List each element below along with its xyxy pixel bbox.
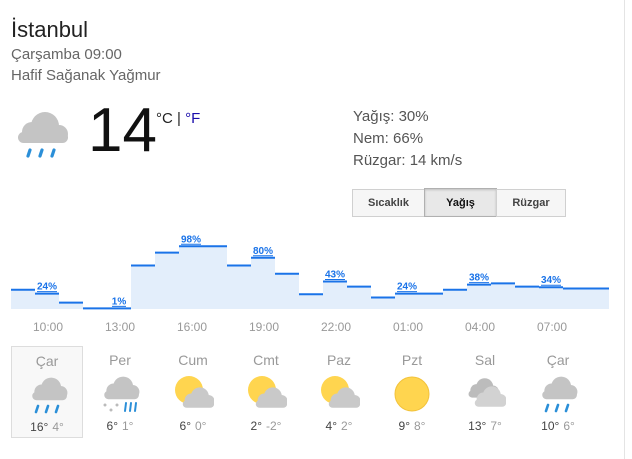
weather-condition: Hafif Sağanak Yağmur — [11, 67, 161, 84]
forecast-low: 0° — [195, 419, 207, 433]
forecast-high: 9° — [398, 419, 410, 433]
forecast-day[interactable]: Çar 10° 6° — [522, 346, 594, 438]
forecast-day[interactable]: Cum 6° 0° — [157, 346, 229, 438]
sleet-cloud-icon — [103, 376, 140, 412]
forecast-day[interactable]: Pzt 9° 8° — [376, 346, 448, 438]
precipitation-label: 34% — [541, 275, 561, 286]
forecast-temps: 4° 2° — [303, 419, 375, 433]
forecast-low: 8° — [414, 419, 426, 433]
hour-label: 13:00 — [104, 320, 136, 334]
partly-sunny-icon — [248, 376, 287, 408]
location-title: İstanbul — [11, 17, 89, 42]
rain-cloud-icon — [18, 112, 68, 158]
precipitation-label: 80% — [253, 246, 273, 257]
partly-sunny-icon — [175, 376, 214, 408]
forecast-high: 16° — [30, 420, 49, 434]
forecast-day-name: Paz — [326, 352, 352, 368]
humidity-stat: Nem: 66% — [353, 130, 424, 147]
hour-label: 19:00 — [248, 320, 280, 334]
precipitation-label: 24% — [397, 282, 417, 293]
forecast-day-name: Çar — [546, 352, 570, 368]
forecast-day-name: Cmt — [253, 352, 279, 368]
current-temperature: 14 — [88, 96, 157, 165]
forecast-low: -2° — [266, 419, 282, 433]
forecast-temps: 6° 0° — [157, 419, 229, 433]
precipitation-stat: Yağış: 30% — [353, 108, 429, 125]
forecast-day[interactable]: Sal 13° 7° — [449, 346, 521, 438]
panel-divider — [624, 0, 625, 459]
forecast-high: 4° — [325, 419, 337, 433]
hour-label: 16:00 — [176, 320, 208, 334]
forecast-day[interactable]: Cmt 2° -2° — [230, 346, 302, 438]
forecast-low: 7° — [490, 419, 502, 433]
forecast-low: 1° — [122, 419, 134, 433]
hour-label: 07:00 — [536, 320, 568, 334]
unit-separator: | — [172, 110, 186, 127]
precipitation-label: 1% — [112, 296, 127, 307]
forecast-temps: 9° 8° — [376, 419, 448, 433]
hour-label: 22:00 — [320, 320, 352, 334]
forecast-day-name: Sal — [474, 352, 496, 368]
celsius-unit[interactable]: °C — [156, 110, 173, 127]
date-time: Çarşamba 09:00 — [11, 46, 122, 63]
hour-label: 10:00 — [32, 320, 64, 334]
forecast-temps: 2° -2° — [230, 419, 302, 433]
precipitation-area — [11, 246, 609, 309]
tab-wind[interactable]: Rüzgar — [496, 189, 566, 217]
forecast-low: 6° — [563, 419, 575, 433]
forecast-temps: 6° 1° — [84, 419, 156, 433]
precipitation-chart: 24% 1% 98% 80% 43% 24% 38% 34% — [11, 234, 609, 310]
tab-temperature[interactable]: Sıcaklık — [352, 189, 425, 217]
partly-sunny-icon — [321, 376, 360, 408]
forecast-low: 2° — [341, 419, 353, 433]
forecast-temps: 13° 7° — [449, 419, 521, 433]
precipitation-label: 43% — [325, 269, 345, 280]
unit-switch: °C | °F — [156, 110, 200, 127]
chart-tabs: Sıcaklık Yağış Rüzgar — [352, 188, 566, 217]
forecast-day-name: Pzt — [401, 352, 423, 368]
forecast-high: 13° — [468, 419, 487, 433]
forecast-day-name: Cum — [178, 352, 208, 368]
forecast-day-name: Çar — [35, 353, 59, 369]
forecast-high: 10° — [541, 419, 560, 433]
precipitation-label: 24% — [37, 282, 57, 293]
forecast-day-name: Per — [109, 352, 131, 368]
forecast-day[interactable]: Per 6° 1° — [84, 346, 156, 438]
hour-label: 01:00 — [392, 320, 424, 334]
wind-stat: Rüzgar: 14 km/s — [353, 152, 463, 169]
forecast-high: 6° — [179, 419, 191, 433]
precipitation-label: 98% — [181, 234, 201, 245]
hour-label: 04:00 — [464, 320, 496, 334]
rain-cloud-icon — [542, 376, 578, 413]
fahrenheit-unit[interactable]: °F — [185, 110, 200, 127]
forecast-low: 4° — [52, 420, 64, 434]
cloudy-icon — [468, 378, 506, 407]
precipitation-label: 38% — [469, 273, 489, 284]
forecast-temps: 10° 6° — [522, 419, 594, 433]
forecast-day[interactable]: Çar 16° 4° — [11, 346, 83, 438]
forecast-high: 6° — [106, 419, 118, 433]
rain-cloud-icon — [32, 377, 68, 414]
forecast-temps: 16° 4° — [12, 420, 82, 434]
tab-precipitation[interactable]: Yağış — [424, 188, 497, 217]
sun-icon — [394, 376, 430, 412]
forecast-high: 2° — [250, 419, 262, 433]
forecast-day[interactable]: Paz 4° 2° — [303, 346, 375, 438]
